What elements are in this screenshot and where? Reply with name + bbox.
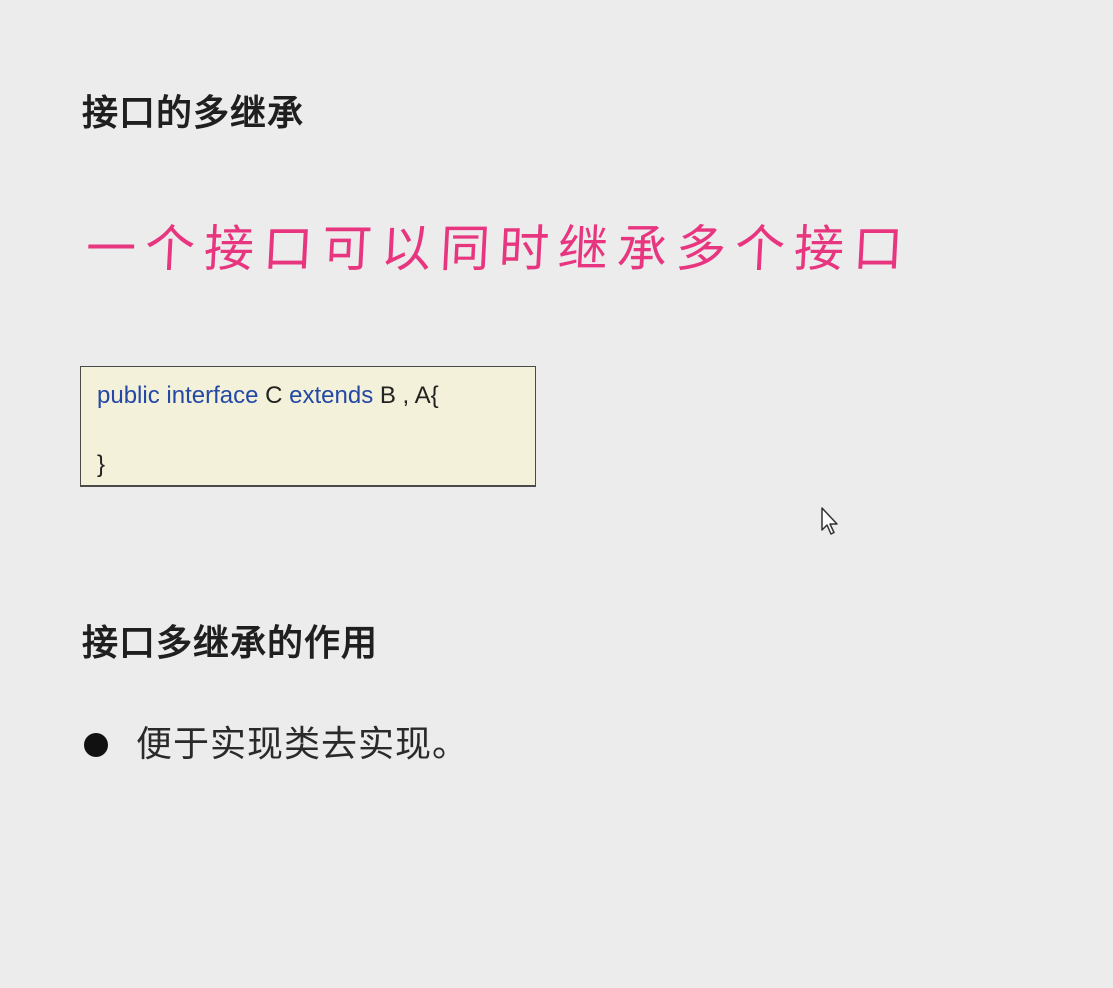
handwritten-annotation: 一个接口可以同时继承多个接口: [84, 220, 914, 278]
interface-name-c: C: [265, 382, 283, 409]
code-closing-brace: }: [97, 451, 106, 478]
bullet-dot-icon: [84, 733, 108, 757]
code-snippet-box: public interface C extends B , A{ }: [80, 366, 536, 487]
keyword-interface: interface: [166, 382, 259, 409]
section-title-multiple-inheritance: 接口的多继承: [82, 93, 305, 134]
bullet-list-item: 便于实现类去实现。: [84, 727, 469, 763]
code-line-declaration: public interface C extends B , A{: [97, 382, 439, 410]
mouse-pointer-icon: [820, 506, 840, 540]
keyword-public: public: [97, 382, 160, 409]
section-title-purpose: 接口多继承的作用: [82, 623, 379, 664]
keyword-extends: extends: [289, 382, 374, 409]
bullet-text: 便于实现类去实现。: [136, 724, 470, 765]
parent-interfaces: B , A{: [379, 382, 439, 409]
